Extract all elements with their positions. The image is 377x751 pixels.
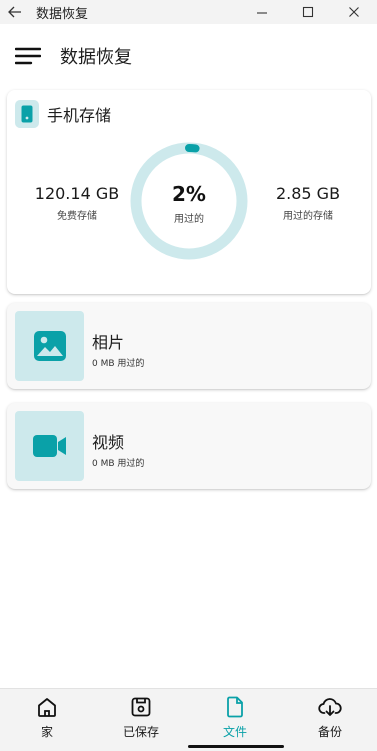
nav-label-files: 文件 <box>222 725 247 739</box>
free-storage-value: 120.14 GB <box>34 184 120 203</box>
minimize-button[interactable] <box>239 0 285 24</box>
bottom-nav: 家 已保存 文件 备份 <box>0 688 377 751</box>
nav-item-files[interactable]: 文件 <box>188 689 282 751</box>
nav-item-saved[interactable]: 已保存 <box>94 689 188 751</box>
hamburger-menu-icon <box>15 47 41 65</box>
home-icon <box>38 698 56 717</box>
app-header: 数据恢复 <box>0 34 377 78</box>
arrow-left-icon <box>8 6 21 18</box>
videos-card[interactable]: 视频 0 MB 用过的 <box>7 403 371 489</box>
photos-card[interactable]: 相片 0 MB 用过的 <box>7 303 371 389</box>
used-storage-label: 用过的存储 <box>283 211 333 222</box>
used-percent: 2% <box>172 182 206 206</box>
page-title: 数据恢复 <box>60 47 132 68</box>
cloud-download-icon <box>318 698 342 716</box>
nav-label-home: 家 <box>40 725 53 739</box>
video-camera-icon <box>32 435 66 457</box>
close-button[interactable] <box>331 0 377 24</box>
save-icon <box>131 697 151 717</box>
phone-badge <box>15 100 39 128</box>
storage-title: 手机存储 <box>47 106 112 125</box>
used-storage-stat: 2.85 GB 用过的存储 <box>253 184 363 222</box>
photos-name: 相片 <box>92 333 125 352</box>
videos-name: 视频 <box>92 433 125 452</box>
used-storage-value: 2.85 GB <box>275 184 341 203</box>
photos-thumb <box>15 311 84 381</box>
videos-thumb <box>15 411 84 481</box>
nav-item-home[interactable]: 家 <box>0 689 94 751</box>
videos-usage: 0 MB 用过的 <box>92 459 145 469</box>
maximize-button[interactable] <box>285 0 331 24</box>
close-icon <box>349 7 359 17</box>
usage-ring: 2% 用过的 <box>128 140 250 262</box>
minimize-icon <box>257 12 267 14</box>
maximize-icon <box>302 6 314 18</box>
image-icon <box>33 331 66 361</box>
nav-item-backup[interactable]: 备份 <box>283 689 377 751</box>
free-storage-stat: 120.14 GB 免费存储 <box>17 184 137 222</box>
nav-label-backup: 备份 <box>317 725 342 739</box>
phone-storage-card[interactable]: 手机存储 120.14 GB 免费存储 2% 用过的 2.85 GB 用过的存储 <box>7 90 371 294</box>
menu-button[interactable] <box>14 46 42 66</box>
window-title: 数据恢复 <box>36 6 89 22</box>
active-tab-indicator <box>188 745 284 748</box>
photos-usage: 0 MB 用过的 <box>92 359 145 369</box>
window-controls <box>239 0 377 24</box>
nav-label-saved: 已保存 <box>122 725 159 739</box>
phone-icon <box>21 105 33 123</box>
storage-header: 手机存储 <box>15 100 111 128</box>
file-icon <box>227 696 243 718</box>
window-title-bar: 数据恢复 <box>0 0 377 24</box>
usage-ring-center: 2% 用过的 <box>128 182 250 225</box>
back-button[interactable] <box>0 0 30 24</box>
used-percent-label: 用过的 <box>174 214 204 225</box>
free-storage-label: 免费存储 <box>57 211 97 222</box>
